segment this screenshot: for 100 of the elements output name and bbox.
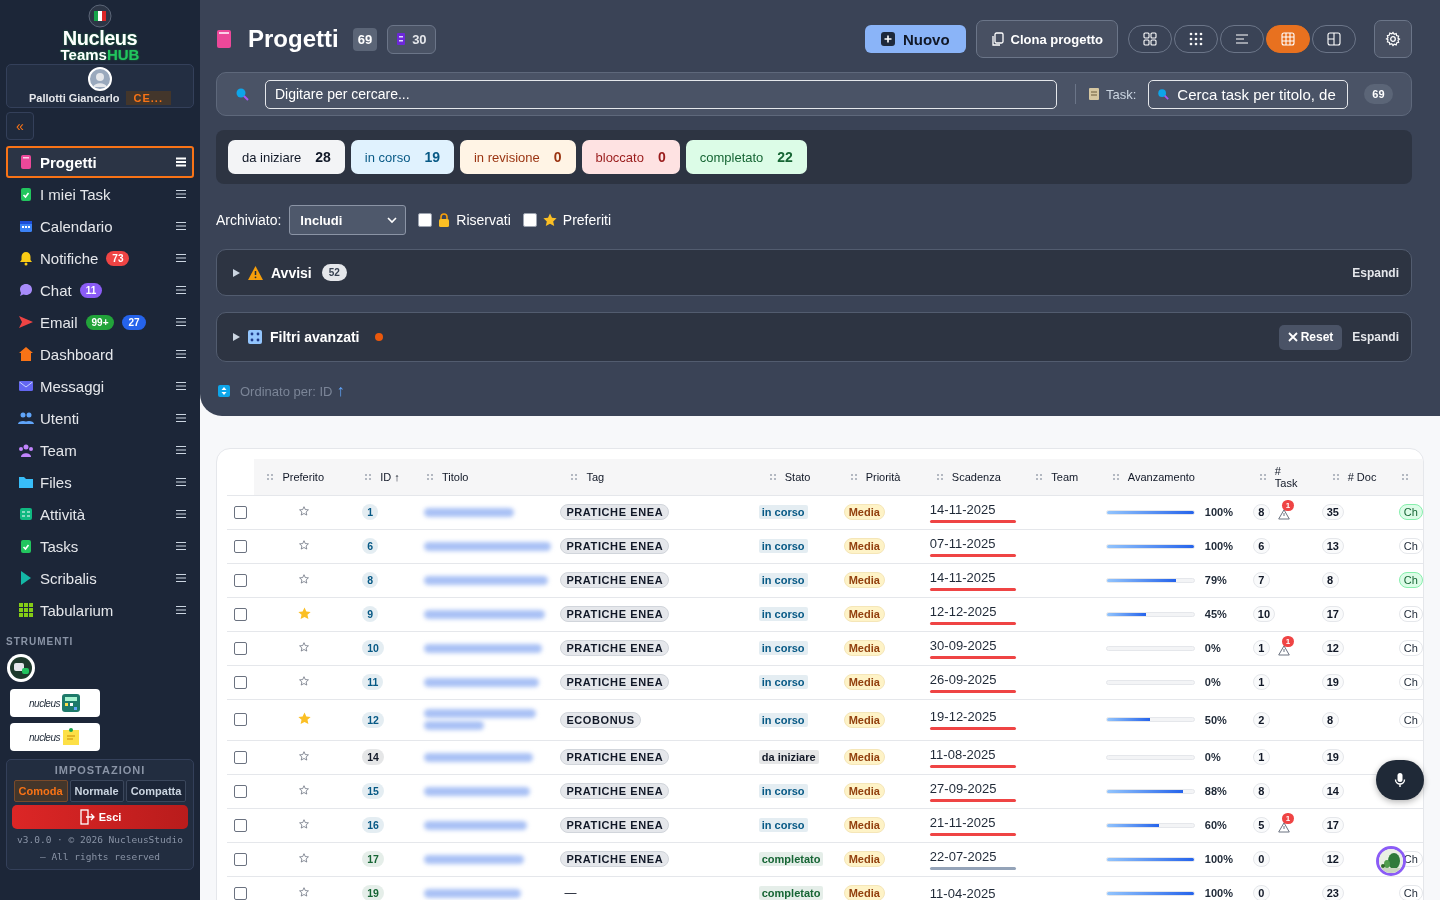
count-badge: 8: [1252, 783, 1270, 799]
count-badge: 1: [1252, 749, 1270, 765]
count-badge: 17: [1321, 606, 1344, 622]
caret-right-icon[interactable]: [233, 333, 240, 341]
drag-handle-icon: [1035, 472, 1044, 481]
search-field[interactable]: Digitare per cercare...: [265, 79, 1057, 109]
cut-badge: Ch: [1398, 572, 1423, 588]
nav-item[interactable]: Tabularium: [6, 594, 194, 626]
priority-badge: Media: [843, 817, 885, 833]
reset-button[interactable]: Reset: [1278, 324, 1343, 350]
column-header[interactable]: # Doc: [1347, 470, 1378, 483]
nav-item[interactable]: Calendario: [6, 210, 194, 242]
nav-item[interactable]: Scribalis: [6, 562, 194, 594]
column-header[interactable]: Team: [1051, 470, 1082, 483]
expand-button[interactable]: Espandi: [1352, 265, 1399, 280]
nav-item[interactable]: Messaggi: [6, 370, 194, 402]
expand-button[interactable]: Espandi: [1352, 330, 1399, 344]
count-badge: 8: [1252, 504, 1270, 520]
checkbox[interactable]: [234, 573, 247, 587]
star-icon[interactable]: [297, 712, 311, 725]
checkbox[interactable]: [234, 818, 247, 832]
nav-item[interactable]: Notifiche 73: [6, 242, 194, 274]
book-icon: [18, 154, 34, 170]
tool-link[interactable]: nucleus: [10, 689, 100, 717]
column-header[interactable]: Tag: [586, 470, 617, 483]
checkbox[interactable]: [234, 675, 247, 689]
count-badge: 99+: [85, 314, 115, 330]
star-outline-icon[interactable]: [299, 785, 310, 795]
checkbox[interactable]: [234, 886, 247, 900]
view-toggle[interactable]: [1266, 25, 1310, 53]
checkbox[interactable]: [234, 784, 247, 798]
star-outline-icon[interactable]: [299, 506, 310, 516]
caret-right-icon[interactable]: [233, 268, 240, 277]
star-icon[interactable]: [297, 606, 311, 620]
nav-item[interactable]: Progetti: [6, 146, 194, 178]
count-badge: 73: [106, 250, 130, 266]
star-outline-icon[interactable]: [299, 819, 310, 829]
nav-item[interactable]: Chat 11: [6, 274, 194, 306]
percent-text: 100%: [1204, 853, 1233, 865]
status-filter[interactable]: da iniziare 28: [228, 140, 345, 174]
collapse-button[interactable]: «: [6, 112, 34, 140]
avatar-button[interactable]: [1376, 846, 1406, 876]
task-search-field[interactable]: Cerca task per titolo, de: [1148, 79, 1349, 109]
checkbox[interactable]: [234, 750, 247, 764]
star-outline-icon[interactable]: [299, 751, 310, 761]
checkbox[interactable]: [234, 713, 247, 726]
nav-item[interactable]: Email 99+ 27: [6, 306, 194, 338]
column-header[interactable]: ID ↑: [380, 470, 411, 483]
star-outline-icon[interactable]: [299, 887, 310, 898]
id-badge: 15: [362, 783, 384, 799]
nav-item[interactable]: I miei Task: [6, 178, 194, 210]
logout-button[interactable]: Esci: [12, 805, 188, 829]
star-outline-icon[interactable]: [299, 676, 310, 686]
column-header[interactable]: Titolo: [441, 470, 472, 483]
settings-button[interactable]: [1374, 20, 1412, 58]
status-filter[interactable]: bloccato 0: [581, 140, 680, 174]
star-outline-icon[interactable]: [299, 540, 310, 550]
user-name: Pallotti Giancarlo: [29, 92, 120, 104]
density-button[interactable]: Normale: [69, 780, 124, 802]
checkbox[interactable]: [234, 539, 247, 553]
new-button[interactable]: Nuovo: [864, 25, 966, 53]
panel-title: Filtri avanzati: [270, 329, 360, 345]
status-filter[interactable]: completato 22: [685, 140, 807, 174]
star-outline-icon[interactable]: [299, 642, 310, 652]
star-outline-icon[interactable]: [299, 574, 310, 584]
column-header[interactable]: Avanzamento: [1127, 470, 1195, 483]
count-badge: 5: [1252, 817, 1270, 833]
nav-item[interactable]: Utenti: [6, 402, 194, 434]
column-header[interactable]: Scadenza: [951, 470, 1001, 483]
count-badge: 8: [1321, 711, 1339, 728]
status-filter[interactable]: in corso 19: [350, 140, 454, 174]
star-outline-icon[interactable]: [299, 853, 310, 863]
book-icon: [216, 29, 232, 49]
checkbox[interactable]: [234, 852, 247, 866]
priority-badge: Media: [843, 504, 885, 520]
status-filter[interactable]: in revisione 0: [459, 140, 576, 174]
column-header[interactable]: Stato: [784, 470, 815, 483]
density-button[interactable]: Compatta: [125, 780, 187, 802]
nav-item[interactable]: Tasks: [6, 530, 194, 562]
nav-item[interactable]: Files: [6, 466, 194, 498]
clone-button[interactable]: Clona progetto: [975, 20, 1118, 58]
density-button[interactable]: Comoda: [13, 780, 68, 802]
checkbox[interactable]: [234, 641, 247, 655]
nav-item[interactable]: Dashboard: [6, 338, 194, 370]
nav-item[interactable]: Attività: [6, 498, 194, 530]
nav-item[interactable]: Team: [6, 434, 194, 466]
archived-dropdown[interactable]: Includi: [289, 205, 407, 235]
italy-flag-icon: [88, 4, 112, 28]
warning-outline-icon: [1277, 508, 1290, 520]
menu-icon: [176, 285, 186, 295]
column-header[interactable]: Priorità: [865, 470, 901, 483]
checkbox[interactable]: [234, 607, 247, 621]
checkbox[interactable]: [522, 213, 537, 227]
status-label: in corso: [758, 505, 808, 519]
tool-link[interactable]: nucleus: [10, 723, 100, 751]
count-badge: 69: [352, 27, 378, 51]
checkbox[interactable]: [234, 505, 247, 519]
priority-badge: Media: [843, 885, 885, 900]
checkbox[interactable]: [418, 213, 433, 227]
column-header[interactable]: Preferito: [282, 470, 324, 483]
